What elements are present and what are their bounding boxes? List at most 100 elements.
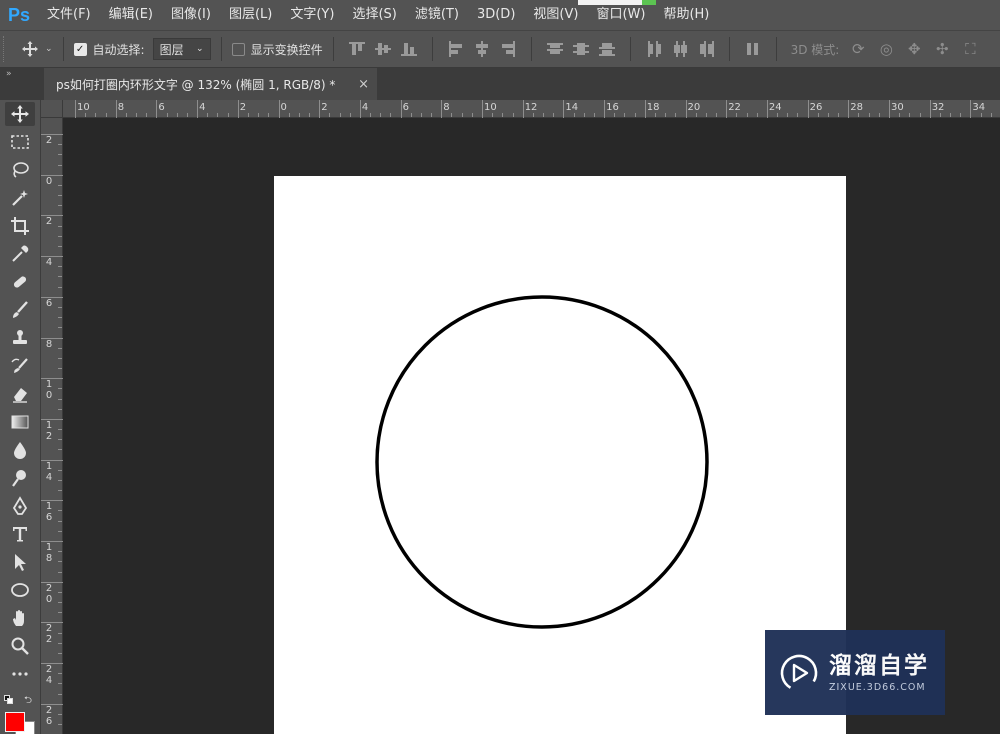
auto-select-checkbox[interactable]: ✓ <box>73 42 87 56</box>
close-icon[interactable]: × <box>358 77 369 92</box>
distribute-bottom-icon[interactable] <box>598 41 615 57</box>
menu-type[interactable]: 文字(Y) <box>281 0 343 30</box>
ruler-minor-tick <box>512 113 514 117</box>
ruler-minor-tick <box>85 113 87 117</box>
ruler-major-tick <box>115 100 117 118</box>
3d-scale-icon[interactable]: ⛶ <box>961 40 979 58</box>
align-bottom-icon[interactable] <box>400 41 417 57</box>
align-right-icon[interactable] <box>500 41 516 57</box>
path-selection-tool[interactable] <box>5 550 35 574</box>
magic-wand-tool[interactable] <box>5 186 35 210</box>
tool-preset-picker[interactable]: ⌄ <box>21 40 53 58</box>
ruler-minor-tick <box>410 113 412 117</box>
ruler-major-tick <box>726 100 728 118</box>
crop-tool[interactable] <box>5 214 35 238</box>
ellipse-shape[interactable] <box>375 295 709 629</box>
ruler-tick-label: 6 <box>45 297 53 309</box>
distribute-right-icon[interactable] <box>698 41 714 57</box>
ruler-minor-tick <box>58 469 62 471</box>
horizontal-ruler[interactable]: 10 8 6 4 2 0 2 4 6 8 10 12 14 16 18 20 22 24 26 28 30 32 34 <box>63 100 1000 118</box>
ellipse-layer[interactable] <box>274 176 846 734</box>
pen-tool[interactable] <box>5 494 35 518</box>
chevron-down-icon: ⌄ <box>45 44 53 54</box>
ruler-major-tick <box>644 100 646 118</box>
photoshop-window: Ps 文件(F) 编辑(E) 图像(I) 图层(L) 文字(Y) 选择(S) 滤… <box>0 0 1000 734</box>
auto-align-icon[interactable] <box>745 41 761 57</box>
healing-brush-tool[interactable] <box>5 270 35 294</box>
hand-tool[interactable] <box>5 606 35 630</box>
eraser-tool[interactable] <box>5 382 35 406</box>
3d-roll-icon[interactable]: ◎ <box>877 40 895 58</box>
menu-3d[interactable]: 3D(D) <box>468 0 524 30</box>
edit-toolbar-button[interactable] <box>5 662 35 686</box>
collapse-panels-icon[interactable]: » <box>6 69 12 79</box>
ruler-tick-label: 2 <box>45 135 53 146</box>
ruler-tick-label: 0 <box>45 593 53 605</box>
menu-layer[interactable]: 图层(L) <box>220 0 281 30</box>
menu-select[interactable]: 选择(S) <box>343 0 405 30</box>
menu-file[interactable]: 文件(F) <box>38 0 100 30</box>
ruler-minor-tick <box>105 113 107 117</box>
more-icon <box>12 672 28 676</box>
align-top-icon[interactable] <box>348 41 365 57</box>
document-canvas[interactable] <box>274 176 846 734</box>
ruler-minor-tick <box>58 602 62 604</box>
menu-edit[interactable]: 编辑(E) <box>100 0 162 30</box>
menu-filter[interactable]: 滤镜(T) <box>406 0 468 30</box>
separator <box>775 37 777 61</box>
menu-help[interactable]: 帮助(H) <box>654 0 718 30</box>
default-colors-icon[interactable] <box>4 695 14 705</box>
3d-slide-icon[interactable]: ✣ <box>933 40 951 58</box>
gradient-icon <box>11 415 29 429</box>
lasso-tool[interactable] <box>5 158 35 182</box>
ruler-minor-tick <box>787 113 789 117</box>
eyedropper-tool[interactable] <box>5 242 35 266</box>
3d-rotate-icon[interactable]: ⟳ <box>849 40 867 58</box>
ruler-major-tick <box>278 100 280 118</box>
distribute-top-icon[interactable] <box>546 41 563 57</box>
distribute-hcenter-icon[interactable] <box>672 41 688 57</box>
ruler-tick-label: 22 <box>728 102 741 113</box>
align-hcenter-icon[interactable] <box>474 41 490 57</box>
ellipse-tool[interactable] <box>5 578 35 602</box>
ruler-tick-label: 10 <box>77 102 90 113</box>
swap-colors-icon[interactable]: ⮌ <box>24 693 32 710</box>
ps-logo: Ps <box>7 4 31 25</box>
ruler-minor-tick <box>166 113 168 117</box>
vertical-ruler[interactable]: 202468101214161820222426 <box>41 118 63 734</box>
ruler-minor-tick <box>695 113 697 117</box>
foreground-color-swatch[interactable] <box>5 712 25 732</box>
zoom-tool[interactable] <box>5 634 35 658</box>
ruler-tick-label: 2 <box>45 430 53 442</box>
show-transform-checkbox[interactable] <box>231 42 245 56</box>
clone-stamp-tool[interactable] <box>5 326 35 350</box>
move-tool[interactable] <box>5 102 35 126</box>
ruler-minor-tick <box>58 673 62 675</box>
align-left-icon[interactable] <box>448 41 464 57</box>
ruler-minor-tick <box>593 113 595 117</box>
blur-tool[interactable] <box>5 438 35 462</box>
ruler-minor-tick <box>675 113 677 117</box>
ruler-minor-tick <box>58 520 62 522</box>
brush-tool[interactable] <box>5 298 35 322</box>
align-vcenter-icon[interactable] <box>374 41 391 57</box>
gradient-tool[interactable] <box>5 410 35 434</box>
ruler-minor-tick <box>58 530 62 532</box>
menu-image[interactable]: 图像(I) <box>162 0 220 30</box>
lasso-icon <box>13 162 29 178</box>
distribute-vcenter-icon[interactable] <box>572 41 589 57</box>
options-bar-grip[interactable] <box>3 36 11 62</box>
dodge-tool[interactable] <box>5 466 35 490</box>
ruler-major-tick <box>359 100 361 118</box>
ruler-minor-tick <box>858 113 860 117</box>
ruler-tick-label: 32 <box>931 102 945 113</box>
marquee-tool[interactable] <box>5 130 35 154</box>
3d-pan-icon[interactable]: ✥ <box>905 40 923 58</box>
distribute-left-icon[interactable] <box>646 41 662 57</box>
ruler-tick-label: 8 <box>45 553 53 564</box>
auto-select-target-dropdown[interactable]: 图层 ⌄ <box>152 38 211 60</box>
ruler-origin[interactable] <box>41 100 63 118</box>
history-brush-tool[interactable] <box>5 354 35 378</box>
document-tab[interactable]: ps如何打圈内环形文字 @ 132% (椭圆 1, RGB/8) * × <box>44 68 377 100</box>
type-tool[interactable] <box>5 522 35 546</box>
